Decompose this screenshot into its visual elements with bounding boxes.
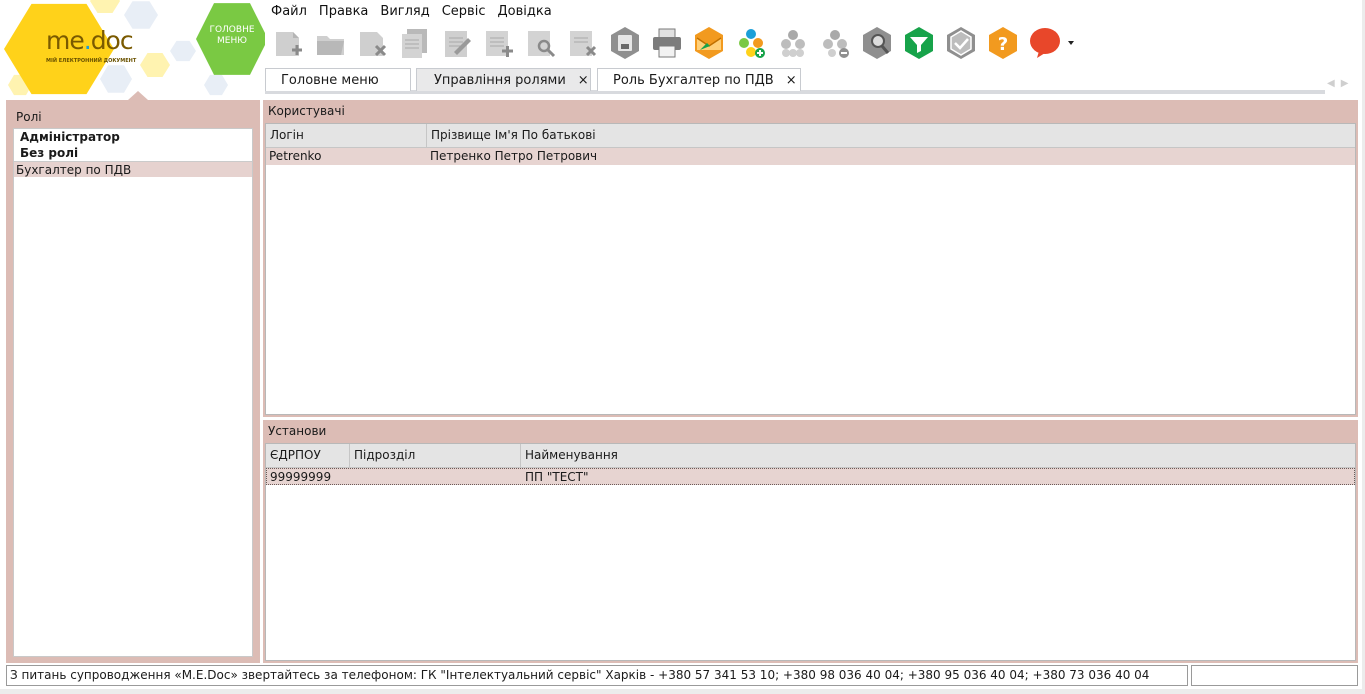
cell-name: ПП "ТЕСТ" — [525, 470, 589, 484]
find-document-button[interactable] — [520, 24, 562, 62]
tab-main-menu[interactable]: Головне меню — [265, 68, 411, 91]
pointer-notch — [128, 91, 148, 100]
column-header-name[interactable]: Найменування — [521, 444, 1355, 467]
institutions-panel: Установи ЄДРПОУ Підрозділ Найменування 9… — [263, 420, 1358, 663]
new-document-icon — [276, 32, 302, 56]
column-header-subdivision[interactable]: Підрозділ — [350, 444, 521, 467]
verify-button[interactable] — [940, 24, 982, 62]
roles-list: Адміністратор Без ролі Бухгалтер по ПДВ — [13, 128, 253, 657]
delete-document-icon — [360, 32, 387, 57]
table-row[interactable]: Petrenko Петренко Петро Петрович — [266, 148, 1355, 165]
send-envelope-icon — [695, 27, 723, 59]
new-document-button[interactable] — [268, 24, 310, 62]
decor-hex — [170, 40, 196, 62]
menu-edit[interactable]: Правка — [313, 2, 374, 22]
logo-wordmark: me.doc — [46, 26, 134, 55]
decor-hex — [140, 53, 170, 77]
chat-button[interactable] — [1024, 24, 1066, 62]
menu-bar: Файл Правка Вигляд Сервіс Довідка — [265, 2, 558, 22]
tab-role-management[interactable]: Управління ролями × — [416, 68, 591, 91]
cell-login: Petrenko — [269, 149, 322, 163]
tab-scroll-arrows[interactable]: ◀▶ — [1327, 78, 1354, 89]
close-icon[interactable]: × — [786, 73, 797, 88]
copy-document-button[interactable] — [394, 24, 436, 62]
institutions-title: Установи — [268, 424, 327, 438]
support-message: З питань супроводження «M.E.Doc» звертай… — [6, 665, 1188, 686]
main-menu-label[interactable]: ГОЛОВНЕ МЕНЮ — [200, 25, 264, 47]
toolbar: ? — [268, 24, 1076, 62]
tab-bar: Головне меню Управління ролями × Роль Бу… — [265, 68, 1365, 94]
users-table: Логін Прізвище Ім'я По батькові Petrenko… — [265, 123, 1356, 415]
close-icon[interactable]: × — [578, 73, 589, 88]
cell-edrpou: 99999999 — [270, 470, 332, 484]
institutions-table-header: ЄДРПОУ Підрозділ Найменування — [266, 444, 1355, 468]
search-icon — [863, 27, 891, 59]
column-header-edrpou[interactable]: ЄДРПОУ — [266, 444, 350, 467]
remove-group-button[interactable] — [814, 24, 856, 62]
edit-document-button[interactable] — [436, 24, 478, 62]
search-button[interactable] — [856, 24, 898, 62]
tab-label: Управління ролями — [434, 72, 566, 88]
roles-header: Ролі — [16, 110, 42, 124]
delete-document-button[interactable] — [352, 24, 394, 62]
role-item-administrator[interactable]: Адміністратор — [14, 129, 252, 145]
status-bar: З питань супроводження «M.E.Doc» звертай… — [6, 665, 1358, 687]
help-icon: ? — [989, 27, 1017, 59]
find-document-icon — [528, 31, 556, 58]
roles-panel: Ролі Адміністратор Без ролі Бухгалтер по… — [6, 100, 260, 663]
dropdown-arrow-icon — [1068, 41, 1074, 45]
menu-file[interactable]: Файл — [265, 2, 313, 22]
logo-tagline: МІЙ ЕЛЕКТРОННИЙ ДОКУМЕНТ — [46, 58, 137, 64]
remove-group-icon — [823, 30, 849, 58]
users-panel: Користувачі Логін Прізвище Ім'я По батьк… — [263, 100, 1358, 417]
remove-row-button[interactable] — [562, 24, 604, 62]
cell-subdivision — [351, 469, 522, 484]
column-header-full-name[interactable]: Прізвище Ім'я По батькові — [427, 124, 1355, 147]
decor-hex — [90, 0, 120, 13]
filter-icon — [905, 27, 933, 59]
print-button[interactable] — [646, 24, 688, 62]
institutions-table: ЄДРПОУ Підрозділ Найменування 99999999 П… — [265, 443, 1356, 661]
tab-label: Головне меню — [281, 72, 379, 88]
menu-service[interactable]: Сервіс — [436, 2, 492, 22]
copy-document-icon — [402, 29, 427, 58]
send-button[interactable] — [688, 24, 730, 62]
users-title: Користувачі — [268, 104, 345, 118]
role-item-no-role[interactable]: Без ролі — [14, 145, 252, 161]
decor-hex — [100, 65, 132, 93]
logo-area: me.doc МІЙ ЕЛЕКТРОННИЙ ДОКУМЕНТ ГОЛОВНЕ … — [0, 0, 265, 100]
save-button[interactable] — [604, 24, 646, 62]
add-row-icon — [486, 31, 513, 57]
table-row[interactable]: 99999999 ПП "ТЕСТ" — [266, 468, 1355, 485]
app-window: me.doc МІЙ ЕЛЕКТРОННИЙ ДОКУМЕНТ ГОЛОВНЕ … — [0, 0, 1365, 694]
add-row-button[interactable] — [478, 24, 520, 62]
status-right-pane — [1191, 665, 1358, 686]
group-button[interactable] — [772, 24, 814, 62]
open-document-button[interactable] — [310, 24, 352, 62]
help-button[interactable]: ? — [982, 24, 1024, 62]
save-icon — [611, 27, 639, 59]
chat-bubble-icon — [1030, 28, 1060, 58]
tab-label: Роль Бухгалтер по ПДВ — [613, 72, 774, 88]
group-icon — [781, 30, 805, 57]
svg-text:?: ? — [998, 34, 1008, 55]
tab-role-vat-accountant[interactable]: Роль Бухгалтер по ПДВ × — [597, 68, 801, 91]
add-group-icon — [739, 29, 765, 58]
print-icon — [653, 28, 681, 58]
menu-view[interactable]: Вигляд — [374, 2, 435, 22]
decor-hex — [204, 74, 228, 96]
menu-help[interactable]: Довідка — [491, 2, 557, 22]
filter-button[interactable] — [898, 24, 940, 62]
users-table-header: Логін Прізвище Ім'я По батькові — [266, 124, 1355, 148]
add-group-button[interactable] — [730, 24, 772, 62]
remove-row-icon — [570, 31, 597, 57]
cell-full-name: Петренко Петро Петрович — [430, 149, 598, 163]
window-frame-bottom — [0, 689, 1365, 694]
verify-icon — [947, 27, 975, 59]
column-header-login[interactable]: Логін — [266, 124, 427, 147]
edit-document-icon — [445, 31, 471, 57]
chat-dropdown-button[interactable] — [1066, 24, 1076, 62]
open-document-icon — [317, 36, 344, 55]
role-item-vat-accountant[interactable]: Бухгалтер по ПДВ — [14, 161, 252, 177]
